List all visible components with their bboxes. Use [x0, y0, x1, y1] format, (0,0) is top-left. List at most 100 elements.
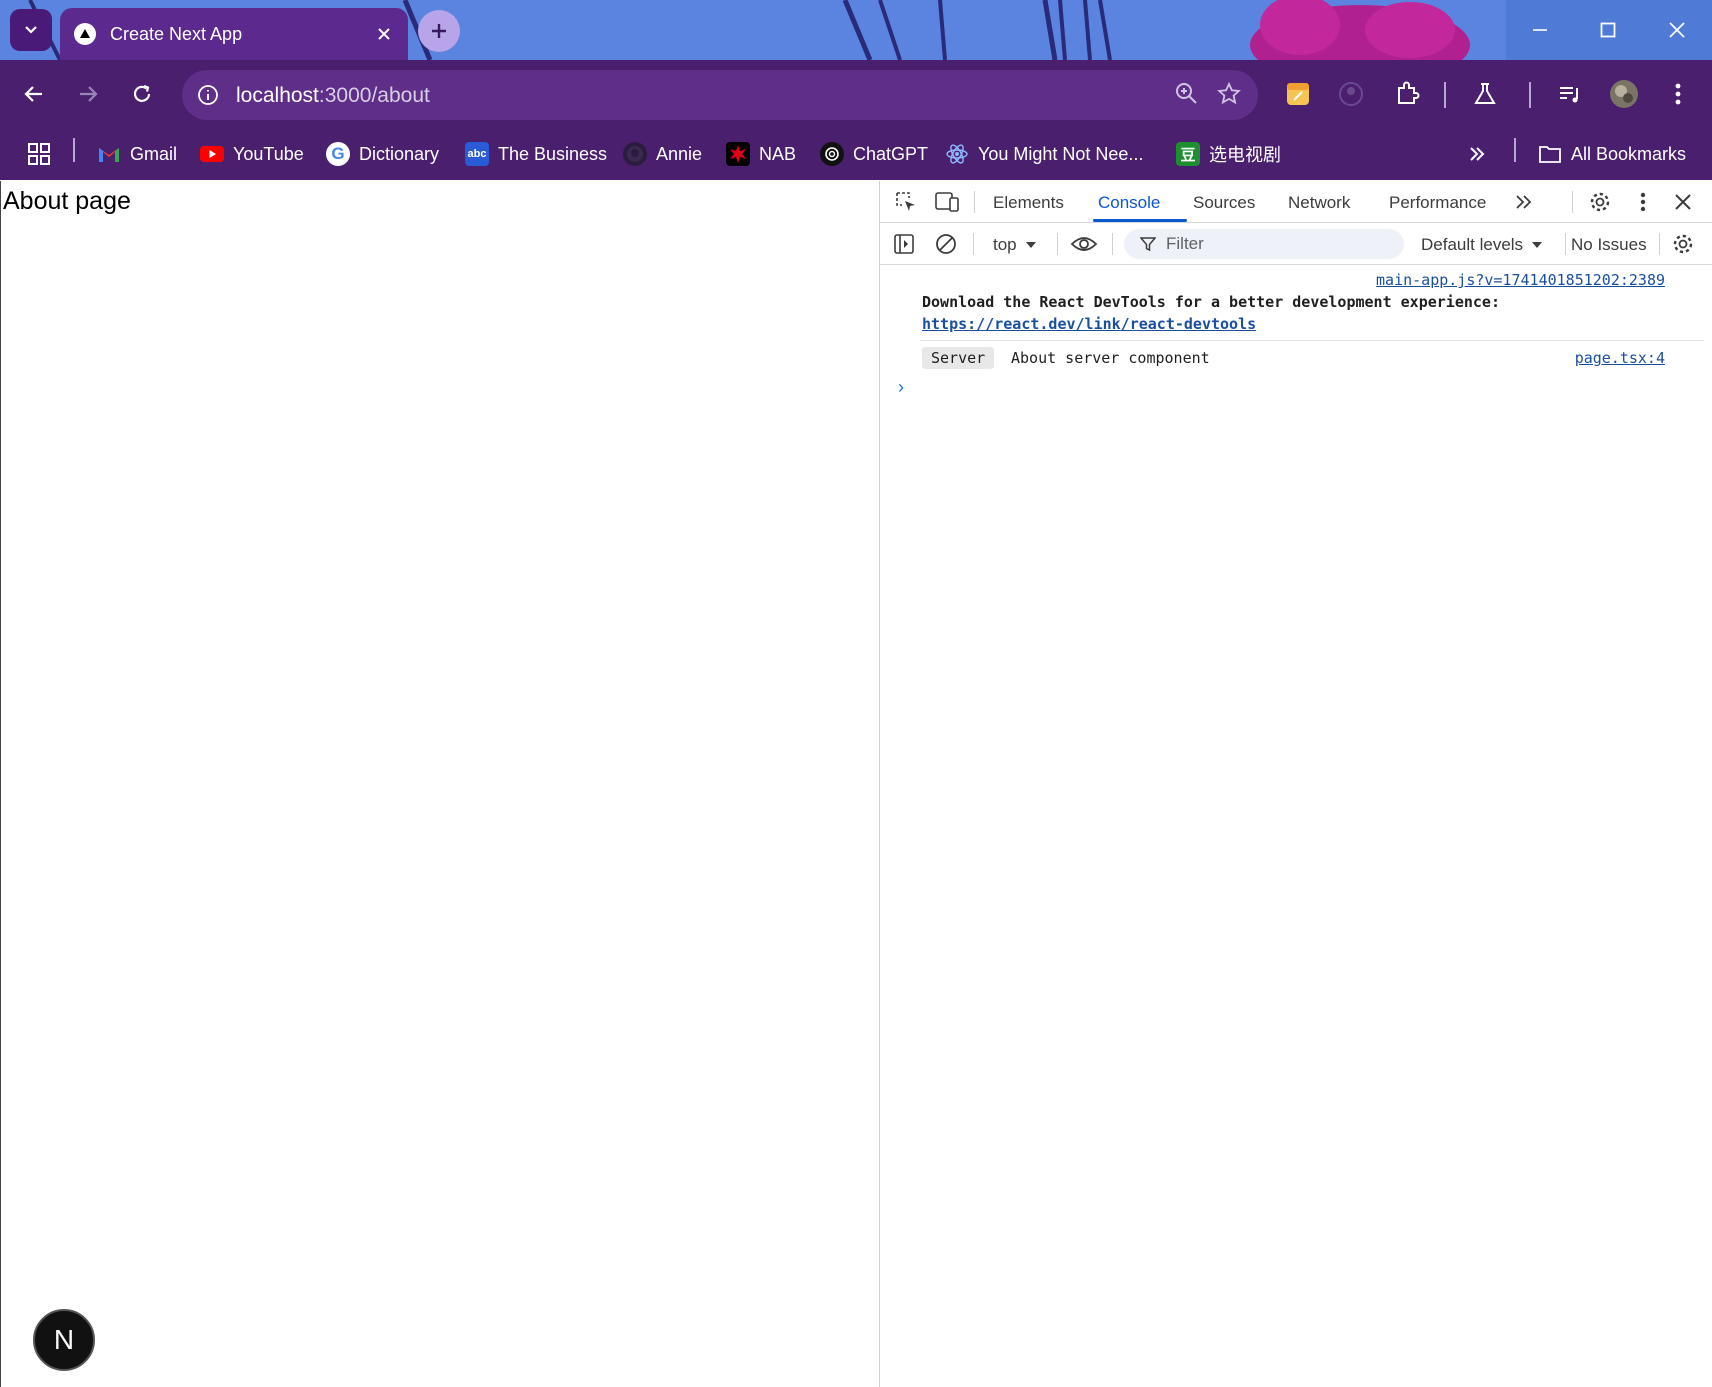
tab-network[interactable]: Network [1288, 193, 1350, 213]
console-prompt-chevron-icon[interactable]: › [898, 377, 904, 398]
new-tab-button[interactable] [418, 10, 460, 52]
bookmark-label: Gmail [130, 143, 178, 164]
google-icon: G [326, 142, 350, 166]
arrow-right-icon [80, 86, 98, 102]
bookmark-star-icon[interactable] [1216, 81, 1242, 112]
tab-console[interactable]: Console [1098, 193, 1160, 213]
page-heading: About page [3, 187, 131, 215]
sidebar-toggle-icon[interactable] [890, 230, 918, 258]
maximize-button[interactable] [1574, 0, 1642, 60]
console-settings-icon[interactable] [1669, 230, 1697, 258]
page-viewport: About page N [0, 181, 879, 1387]
console-message-text: About server component [1011, 349, 1210, 367]
more-tabs-chevron-icon[interactable] [1510, 188, 1538, 216]
devtools-divider [1659, 233, 1660, 255]
nextjs-favicon-icon [74, 23, 96, 45]
url-text[interactable]: localhost:3000/about [236, 84, 430, 108]
devtools-menu-icon[interactable] [1629, 188, 1657, 216]
reload-icon [133, 84, 151, 102]
console-message-text: Download the React DevTools for a better… [922, 293, 1500, 311]
react-devtools-link[interactable]: https://react.dev/link/react-devtools [922, 315, 1256, 333]
all-bookmarks-button[interactable]: All Bookmarks [1538, 136, 1686, 172]
bookmarks-items: Gmail YouTube G Dictionary abc The Busin… [0, 128, 1712, 180]
context-selector[interactable]: top [993, 233, 1037, 257]
tab-title: Create Next App [110, 23, 243, 44]
message-divider [920, 340, 1704, 341]
extensions-puzzle-icon[interactable] [1389, 76, 1425, 112]
close-icon [378, 28, 390, 40]
site-info-icon[interactable] [194, 81, 222, 109]
reload-button[interactable] [120, 72, 164, 116]
bookmark-chatgpt[interactable]: ChatGPT [820, 136, 928, 172]
window-close-button[interactable] [1642, 0, 1712, 60]
address-bar[interactable]: localhost:3000/about [182, 70, 1258, 120]
console-filter-input[interactable]: Filter [1124, 229, 1404, 259]
browser-menu-icon[interactable] [1660, 76, 1696, 112]
nab-icon [726, 142, 750, 166]
maximize-icon [1600, 22, 1616, 38]
close-icon [1669, 22, 1685, 38]
bookmark-annie[interactable]: Annie [623, 136, 702, 172]
minimize-icon [1533, 29, 1547, 31]
bookmark-dictionary[interactable]: G Dictionary [326, 136, 439, 172]
account-circle-icon[interactable] [1333, 76, 1369, 112]
tab-performance[interactable]: Performance [1389, 193, 1486, 213]
react-icon [945, 142, 969, 166]
devtools-divider [1112, 233, 1113, 255]
tab-sources[interactable]: Sources [1193, 193, 1255, 213]
device-toolbar-icon[interactable] [933, 188, 961, 216]
live-expression-eye-icon[interactable] [1070, 230, 1098, 258]
bookmark-nab[interactable]: NAB [726, 136, 796, 172]
nextjs-dev-indicator-button[interactable]: N [33, 1309, 95, 1371]
bookmark-youtube[interactable]: YouTube [200, 136, 304, 172]
bookmark-gmail[interactable]: Gmail [97, 136, 177, 172]
active-tab-indicator [1093, 219, 1187, 222]
arrow-left-icon [24, 86, 42, 102]
tab-create-next-app[interactable]: Create Next App [60, 8, 408, 60]
zoom-icon[interactable] [1174, 81, 1200, 112]
back-button[interactable] [12, 72, 56, 116]
context-label: top [993, 235, 1017, 254]
minimize-button[interactable] [1506, 0, 1574, 60]
more-bookmarks-button[interactable] [1466, 136, 1488, 172]
tab-elements[interactable]: Elements [993, 193, 1064, 213]
media-controls-icon[interactable] [1552, 76, 1588, 112]
message-source-link[interactable]: main-app.js?v=1741401851202:2389 [1376, 271, 1665, 289]
bookmark-label: ChatGPT [853, 143, 929, 164]
double-chevron-right-icon [1470, 147, 1485, 161]
log-levels-dropdown[interactable]: Default levels [1421, 233, 1543, 257]
dropdown-arrow-icon [1532, 242, 1543, 248]
notes-extension-icon[interactable] [1280, 76, 1316, 112]
devtools-tab-bar: Elements Console Sources Network Perform… [880, 181, 1712, 223]
toolbar-divider [1529, 82, 1531, 108]
filter-placeholder: Filter [1166, 234, 1204, 253]
bookmark-douban[interactable]: 豆 选电视剧 [1176, 136, 1281, 172]
profile-avatar[interactable] [1606, 76, 1642, 112]
toolbar-divider [1444, 82, 1446, 108]
devtools-panel: Elements Console Sources Network Perform… [879, 181, 1712, 1387]
filter-funnel-icon [1140, 237, 1156, 252]
message-source-link[interactable]: page.tsx:4 [1575, 349, 1665, 367]
issues-counter[interactable]: No Issues [1571, 235, 1647, 255]
tab-strip: Create Next App [0, 0, 1712, 60]
bookmark-label: NAB [759, 143, 797, 164]
devtools-divider [973, 233, 974, 255]
inspect-element-icon[interactable] [892, 188, 920, 216]
tab-search-button[interactable] [10, 9, 52, 51]
devtools-settings-icon[interactable] [1586, 188, 1614, 216]
dropdown-arrow-icon [1025, 242, 1036, 248]
folder-icon [1538, 142, 1562, 166]
plus-icon [432, 24, 446, 38]
bookmark-you-might-not-need[interactable]: You Might Not Nee... [945, 136, 1143, 172]
bookmark-label: The Business [498, 143, 608, 164]
labs-flask-icon[interactable] [1467, 76, 1503, 112]
youtube-icon [200, 142, 224, 166]
forward-button[interactable] [66, 72, 110, 116]
url-host: localhost [236, 84, 319, 107]
clear-console-icon[interactable] [932, 230, 960, 258]
bookmark-the-business[interactable]: abc The Business [465, 136, 607, 172]
tab-close-button[interactable] [372, 22, 396, 46]
log-levels-label: Default levels [1421, 235, 1524, 254]
console-toolbar: top Filter Default levels No Issues [880, 223, 1712, 265]
close-devtools-icon[interactable] [1669, 188, 1697, 216]
